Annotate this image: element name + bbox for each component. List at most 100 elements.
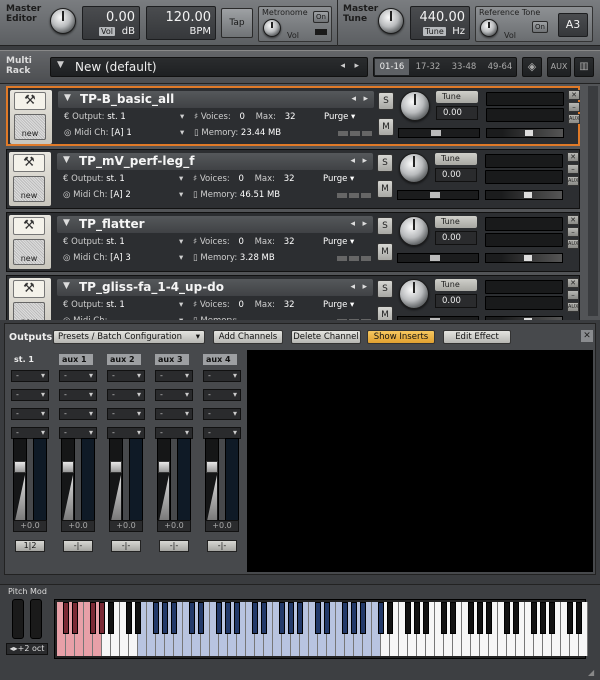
prev-instrument-icon[interactable]: ◂	[350, 282, 355, 292]
black-key[interactable]	[531, 602, 537, 634]
prev-instrument-icon[interactable]: ◂	[350, 156, 355, 166]
black-key[interactable]	[108, 602, 114, 634]
insert-slot[interactable]: - ▾	[11, 408, 49, 420]
reference-volume-knob[interactable]	[480, 19, 498, 37]
mute-button[interactable]: M	[377, 180, 393, 198]
black-key[interactable]	[162, 602, 168, 634]
black-key[interactable]	[360, 602, 366, 634]
black-key[interactable]	[441, 602, 447, 634]
show-inserts-button[interactable]: Show Inserts	[367, 330, 435, 344]
purge-menu[interactable]: Purge ▾	[324, 112, 355, 122]
channel-fader[interactable]	[13, 438, 27, 524]
black-key[interactable]	[225, 602, 231, 634]
volume-handle[interactable]	[524, 255, 532, 261]
output-row[interactable]: € Output: st. 1	[63, 300, 125, 310]
channel-fader[interactable]	[157, 438, 171, 524]
midi-channel-row[interactable]: ◎ Midi Ch: [A] 2	[63, 190, 131, 200]
purge-menu[interactable]: Purge ▾	[323, 174, 354, 184]
channel-volume-value[interactable]: +0.0	[109, 520, 143, 532]
pan-slider[interactable]	[397, 190, 479, 200]
pan-slider[interactable]	[397, 316, 479, 320]
mute-button[interactable]: M	[377, 243, 393, 261]
black-key[interactable]	[513, 602, 519, 634]
volume-slider[interactable]	[485, 253, 563, 263]
insert-slot[interactable]: - ▾	[155, 370, 193, 382]
wrench-icon[interactable]: ⚒	[14, 92, 46, 110]
dropdown-arrow-icon[interactable]: ▼	[64, 93, 71, 103]
close-icon[interactable]: ✕	[567, 278, 579, 288]
black-key[interactable]	[405, 602, 411, 634]
black-key[interactable]	[378, 602, 384, 634]
prev-instrument-icon[interactable]: ◂	[350, 219, 355, 229]
rack-page-tab[interactable]: 49-64	[483, 59, 517, 75]
channel-name[interactable]: aux 1	[59, 354, 93, 365]
insert-slot[interactable]: - ▾	[59, 370, 97, 382]
mod-wheel[interactable]	[30, 599, 42, 639]
volume-handle[interactable]	[525, 130, 533, 136]
channel-name[interactable]: aux 3	[155, 354, 189, 365]
channel-volume-value[interactable]: +0.0	[205, 520, 239, 532]
volume-handle[interactable]	[524, 318, 532, 320]
black-key[interactable]	[324, 602, 330, 634]
new-button[interactable]: new	[13, 302, 45, 320]
instrument-name-bar[interactable]: ▼ TP-B_basic_all ◂ ▸	[58, 91, 374, 108]
aux-button[interactable]: AUX	[567, 239, 579, 249]
minimize-icon[interactable]: –	[568, 102, 580, 112]
dropdown-arrow-icon[interactable]: ▾	[179, 300, 183, 310]
black-key[interactable]	[90, 602, 96, 634]
black-key[interactable]	[252, 602, 258, 634]
fader-handle[interactable]	[110, 461, 122, 473]
tune-value[interactable]: 0.00	[435, 294, 477, 308]
fader-handle[interactable]	[158, 461, 170, 473]
insert-slot[interactable]: - ▾	[203, 389, 241, 401]
channel-fader[interactable]	[61, 438, 75, 524]
black-key[interactable]	[288, 602, 294, 634]
wrench-icon[interactable]: ⚒	[13, 154, 45, 172]
purge-menu[interactable]: Purge ▾	[323, 237, 354, 247]
piano-keyboard[interactable]	[54, 599, 588, 659]
dropdown-arrow-icon[interactable]: ▾	[180, 112, 184, 122]
midi-channel-row[interactable]: ◎ Midi Ch: [A] 3	[63, 253, 131, 263]
pan-handle[interactable]	[430, 318, 440, 320]
instrument-tune-knob[interactable]	[399, 279, 429, 309]
aux-button[interactable]: AUX	[567, 176, 579, 186]
dropdown-arrow-icon[interactable]: ▾	[179, 237, 183, 247]
dropdown-arrow-icon[interactable]: ▼	[63, 281, 70, 291]
output-row[interactable]: € Output: st. 1	[64, 112, 126, 122]
black-key[interactable]	[567, 602, 573, 634]
master-tune-display[interactable]: 440.00 Tune Hz	[410, 6, 470, 40]
instrument-slot[interactable]: ⚒ new ▼ TP_gliss-fa_1-4_up-do ◂ ▸ € Outp…	[6, 275, 580, 320]
insert-slot[interactable]: - ▾	[203, 408, 241, 420]
pan-handle[interactable]	[430, 192, 440, 198]
pitch-wheel[interactable]	[12, 599, 24, 639]
midi-channel-row[interactable]: ◎ Midi Ch: [A] 1	[64, 128, 132, 138]
wrench-icon[interactable]: ⚒	[13, 217, 45, 235]
black-key[interactable]	[63, 602, 69, 634]
aux-toggle-button[interactable]: AUX	[547, 57, 571, 77]
close-icon[interactable]: ✕	[581, 330, 593, 342]
minimize-icon[interactable]: –	[567, 164, 579, 174]
dropdown-arrow-icon[interactable]: ▼	[57, 60, 64, 70]
octave-shift[interactable]: ◂▸+2 oct	[6, 643, 48, 655]
midi-channel-row[interactable]: ◎ Midi Ch:	[63, 316, 107, 320]
metronome-on-button[interactable]: On	[313, 11, 329, 23]
channel-fader[interactable]	[109, 438, 123, 524]
multi-name-field[interactable]: ▼ New (default) ◂ ▸	[50, 57, 368, 77]
channel-volume-value[interactable]: +0.0	[61, 520, 95, 532]
black-key[interactable]	[414, 602, 420, 634]
new-button[interactable]: new	[14, 114, 46, 140]
black-key[interactable]	[297, 602, 303, 634]
black-key[interactable]	[342, 602, 348, 634]
master-volume-knob[interactable]	[50, 8, 76, 34]
black-key[interactable]	[135, 602, 141, 634]
edit-effect-button[interactable]: Edit Effect	[443, 330, 511, 344]
volume-slider[interactable]	[485, 316, 563, 320]
volume-slider[interactable]	[485, 190, 563, 200]
next-multi-icon[interactable]: ▸	[354, 61, 359, 71]
black-key[interactable]	[99, 602, 105, 634]
channel-output-button[interactable]: -|-	[63, 540, 93, 552]
black-key[interactable]	[189, 602, 195, 634]
black-key[interactable]	[540, 602, 546, 634]
instrument-tune-knob[interactable]	[400, 91, 430, 121]
minimize-icon[interactable]: –	[567, 227, 579, 237]
